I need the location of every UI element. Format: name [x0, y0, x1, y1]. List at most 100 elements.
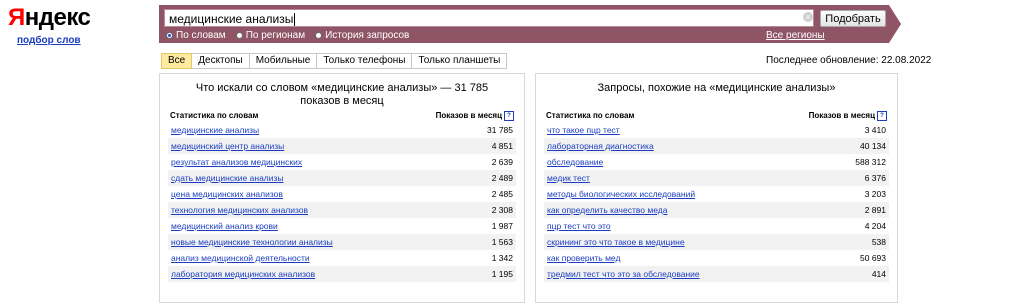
phrase-link[interactable]: лабораторная диагностика — [547, 141, 654, 151]
radio-label: По регионам — [245, 30, 306, 41]
clear-icon[interactable]: × — [803, 12, 813, 22]
phrase-link[interactable]: результат анализов медицинских — [171, 157, 302, 167]
radio-dot — [235, 32, 243, 39]
phrase-link[interactable]: что такое пцр тест — [547, 125, 620, 135]
impressions-count: 31 785 — [487, 125, 513, 135]
panel-title: Запросы, похожие на «медицинские анализы… — [597, 82, 836, 94]
col-count-label: Показов в месяц — [435, 111, 502, 121]
search-input[interactable]: медицинские анализы — [164, 9, 814, 27]
table-rows: что такое пцр тест 3 410 лабораторная диа… — [544, 122, 889, 282]
phrase-link[interactable]: медицинский центр анализы — [171, 141, 284, 151]
column-headers: Статистика по словам Показов в месяц? — [546, 111, 887, 121]
col-count-label: Показов в месяц — [808, 111, 875, 121]
table-row: цена медицинских анализов 2 485 — [168, 186, 516, 202]
phrase-link[interactable]: лаборатория медицинских анализов — [171, 269, 315, 279]
impressions-count: 2 485 — [491, 189, 513, 199]
tab-desktops[interactable]: Десктопы — [192, 53, 250, 69]
phrase-link[interactable]: цена медицинских анализов — [171, 189, 283, 199]
col-count-header: Показов в месяц? — [436, 111, 514, 121]
yandex-logo[interactable]: Яндекс — [8, 4, 91, 32]
phrase-link[interactable]: технология медицинских анализов — [171, 205, 308, 215]
phrase-link[interactable]: сдать медицинские анализы — [171, 173, 284, 183]
table-row: медик тест 6 376 — [544, 170, 889, 186]
phrase-link[interactable]: как определить качество меда — [547, 205, 667, 215]
similar-queries-panel: Запросы, похожие на «медицинские анализы… — [535, 73, 898, 303]
phrase-link[interactable]: методы биологических исследований — [547, 189, 695, 199]
tab-all[interactable]: Все — [161, 53, 193, 69]
phrase-link[interactable]: скрининг это что такое в медицине — [547, 237, 685, 247]
phrase-link[interactable]: анализ медицинской деятельности — [171, 253, 310, 263]
impressions-count: 4 204 — [864, 221, 886, 231]
table-row: медицинский анализ крови 1 987 — [168, 218, 516, 234]
column-headers: Статистика по словам Показов в месяц? — [170, 111, 514, 121]
impressions-count: 4 851 — [491, 141, 513, 151]
impressions-count: 3 410 — [864, 125, 886, 135]
col-count-header: Показов в месяц? — [809, 111, 887, 121]
table-row: как определить качество меда 2 891 — [544, 202, 889, 218]
impressions-count: 2 308 — [491, 205, 513, 215]
phrase-link[interactable]: как проверить мед — [547, 253, 620, 263]
tab-tablets-only[interactable]: Только планшеты — [412, 53, 508, 69]
table-row: лабораторная диагностика 40 134 — [544, 138, 889, 154]
submit-button[interactable]: Подобрать — [820, 10, 886, 27]
search-input-value: медицинские анализы — [169, 12, 294, 26]
radio-dot — [315, 32, 323, 39]
table-row: результат анализов медицинских 2 639 — [168, 154, 516, 170]
table-row: обследование 588 312 — [544, 154, 889, 170]
tab-phones-only[interactable]: Только телефоны — [317, 53, 413, 69]
phrase-link[interactable]: медицинские анализы — [171, 125, 259, 135]
impressions-count: 588 312 — [855, 157, 886, 167]
table-row: медицинские анализы 31 785 — [168, 122, 516, 138]
impressions-count: 1 987 — [491, 221, 513, 231]
col-phrase-header: Статистика по словам — [170, 111, 259, 120]
impressions-count: 40 134 — [860, 141, 886, 151]
impressions-count: 538 — [871, 237, 886, 247]
impressions-count: 6 376 — [864, 173, 886, 183]
impressions-count: 50 693 — [860, 253, 886, 263]
logo-first-letter: Я — [8, 4, 25, 31]
table-row: новые медицинские технологии анализы 1 56… — [168, 234, 516, 250]
impressions-count: 3 203 — [864, 189, 886, 199]
radio-by-words[interactable]: По словам — [166, 30, 226, 41]
table-row: анализ медицинской деятельности 1 342 — [168, 250, 516, 266]
logo-rest: ндекс — [24, 4, 91, 31]
radio-by-regions[interactable]: По регионам — [235, 30, 306, 41]
all-regions-link[interactable]: Все регионы — [766, 30, 825, 41]
table-row: как проверить мед 50 693 — [544, 250, 889, 266]
table-row: пцр тест что это 4 204 — [544, 218, 889, 234]
table-row: скрининг это что такое в медицине 538 — [544, 234, 889, 250]
wordstat-link[interactable]: подбор слов — [17, 35, 81, 46]
phrase-link[interactable]: тредмил тест что это за обследование — [547, 269, 700, 279]
tab-mobile[interactable]: Мобильные — [249, 53, 318, 69]
impressions-count: 1 195 — [491, 269, 513, 279]
help-icon[interactable]: ? — [877, 111, 887, 121]
device-tabs: Все Десктопы Мобильные Только телефоны Т… — [161, 53, 508, 69]
last-updated: Последнее обновление: 22.08.2022 — [766, 55, 932, 66]
phrase-link[interactable]: медицинский анализ крови — [171, 221, 278, 231]
search-mode-radios: По словам По регионам История запросов — [166, 30, 409, 41]
radio-label: История запросов — [325, 30, 410, 41]
search-band-arrow — [889, 5, 901, 43]
impressions-count: 2 489 — [491, 173, 513, 183]
radio-dot — [166, 32, 173, 39]
word-stats-panel: Что искали со словом «медицинские анализ… — [159, 73, 525, 303]
impressions-count: 1 342 — [491, 253, 513, 263]
phrase-link[interactable]: медик тест — [547, 173, 590, 183]
table-row: методы биологических исследований 3 203 — [544, 186, 889, 202]
phrase-link[interactable]: новые медицинские технологии анализы — [171, 237, 333, 247]
table-row: сдать медицинские анализы 2 489 — [168, 170, 516, 186]
col-phrase-header: Статистика по словам — [546, 111, 635, 120]
impressions-count: 1 563 — [491, 237, 513, 247]
phrase-link[interactable]: обследование — [547, 157, 603, 167]
table-row: технология медицинских анализов 2 308 — [168, 202, 516, 218]
radio-label: По словам — [176, 30, 226, 41]
radio-history[interactable]: История запросов — [315, 30, 409, 41]
impressions-count: 414 — [871, 269, 886, 279]
table-row: медицинский центр анализы 4 851 — [168, 138, 516, 154]
table-rows: медицинские анализы 31 785 медицинский це… — [168, 122, 516, 282]
impressions-count: 2 639 — [491, 157, 513, 167]
panel-title: Что искали со словом «медицинские анализ… — [195, 82, 489, 107]
phrase-link[interactable]: пцр тест что это — [547, 221, 611, 231]
help-icon[interactable]: ? — [504, 111, 514, 121]
text-caret — [294, 13, 296, 27]
